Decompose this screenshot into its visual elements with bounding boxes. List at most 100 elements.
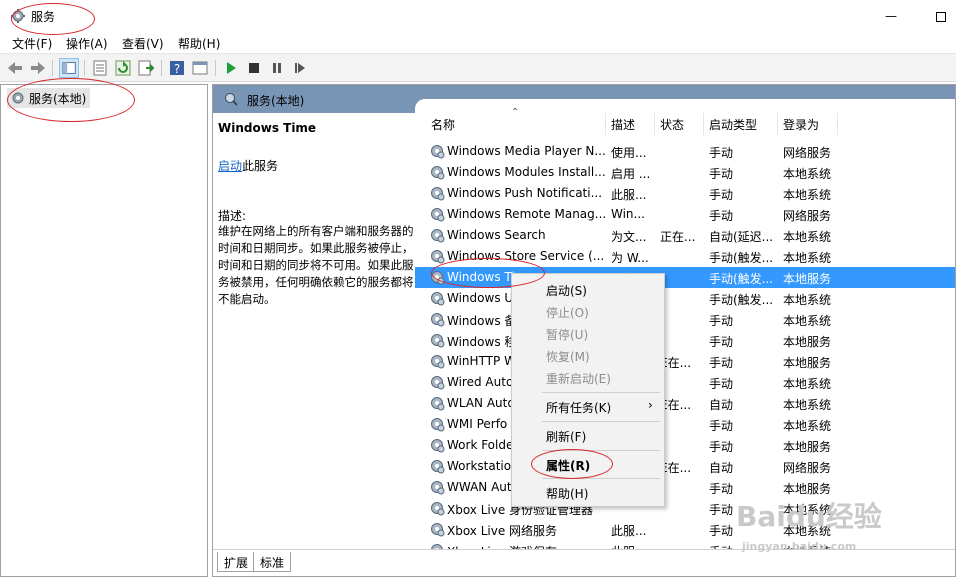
column-header-status[interactable]: 状态 bbox=[660, 116, 684, 136]
table-row[interactable]: Windows 移手动 本地服务 bbox=[415, 330, 955, 351]
console-tree-icon[interactable] bbox=[59, 58, 79, 78]
table-row[interactable]: WLAN Auto E在... 自动 本地系统 bbox=[415, 393, 955, 414]
column-divider[interactable] bbox=[605, 113, 606, 135]
table-row[interactable]: Windows Modules Install... 启用 ... 手动 本地系统 bbox=[415, 162, 955, 183]
service-startup-type: 自动(延迟... bbox=[709, 230, 774, 244]
menu-help[interactable]: 帮助(H) bbox=[178, 35, 220, 52]
menu-file[interactable]: 文件(F) bbox=[12, 35, 52, 52]
menu-item-refresh[interactable]: 刷新(F) bbox=[546, 428, 586, 445]
table-row[interactable]: Xbox Live 身份验证管理器 手动 本地系统 bbox=[415, 498, 955, 519]
service-log-on-as: 本地系统 bbox=[783, 293, 832, 307]
service-gear-icon bbox=[431, 271, 445, 285]
table-row[interactable]: Windows Media Player N... 使用... 手动 网络服务 bbox=[415, 141, 955, 162]
service-log-on-as: 网络服务 bbox=[783, 209, 832, 223]
export-list-icon[interactable] bbox=[136, 58, 156, 78]
refresh-icon[interactable] bbox=[113, 58, 133, 78]
service-gear-icon bbox=[431, 544, 443, 549]
table-row[interactable]: Windows Search 为文... 正在... 自动(延迟... 本地系统 bbox=[415, 225, 955, 246]
table-row[interactable]: WinHTTP W E在... 手动 本地服务 bbox=[415, 351, 955, 372]
list-view-icon[interactable] bbox=[90, 58, 110, 78]
service-description-area: Windows Time 启动此服务 描述: 维护在网络上的所有客户端和服务器的… bbox=[213, 113, 415, 549]
table-row[interactable]: Windows U 手动(触发... 本地系统 bbox=[415, 288, 955, 309]
menu-action[interactable]: 操作(A) bbox=[66, 35, 108, 52]
table-row[interactable]: WWAN Aut 手动 本地服务 bbox=[415, 477, 955, 498]
toolbar-divider bbox=[215, 60, 216, 76]
service-description: Win... bbox=[611, 207, 645, 221]
description-text: 维护在网络上的所有客户端和服务器的时间和日期同步。如果此服务被停止，时间和日期的… bbox=[218, 224, 414, 306]
service-description: 为文... bbox=[611, 230, 647, 244]
service-gear-icon bbox=[431, 229, 445, 243]
menu-separator bbox=[542, 392, 660, 393]
service-description: 为 W... bbox=[611, 251, 649, 265]
column-divider[interactable] bbox=[777, 113, 778, 135]
table-row[interactable]: Wired Auto 手动 本地系统 bbox=[415, 372, 955, 393]
column-divider[interactable] bbox=[654, 113, 655, 135]
maximize-button[interactable] bbox=[926, 4, 956, 28]
service-startup-type: 手动 bbox=[709, 167, 734, 181]
menu-item-resume[interactable]: 恢复(M) bbox=[546, 348, 590, 365]
service-startup-type: 手动 bbox=[709, 419, 734, 433]
table-row[interactable]: Workstatio E在... 自动 网络服务 bbox=[415, 456, 955, 477]
service-log-on-as: 本地系统 bbox=[783, 230, 832, 244]
table-row[interactable]: Windows Store Service (... 为 W... 手动(触发...… bbox=[415, 246, 955, 267]
menu-item-all-tasks[interactable]: 所有任务(K) bbox=[546, 399, 611, 416]
magnifier-gear-icon bbox=[225, 93, 238, 106]
tab-extended[interactable]: 扩展 bbox=[217, 552, 256, 572]
service-description: 此服... bbox=[611, 188, 647, 202]
pane-header-title: 服务(本地) bbox=[247, 94, 305, 108]
tab-standard[interactable]: 标准 bbox=[253, 552, 292, 572]
service-name: Xbox Live 网络服务 bbox=[447, 524, 558, 538]
table-row[interactable]: Work Folde 手动 本地服务 bbox=[415, 435, 955, 456]
start-service-suffix: 此服务 bbox=[242, 159, 279, 173]
table-row[interactable]: Xbox Live 网络服务 此服... 手动 本地系统 bbox=[415, 519, 955, 540]
tree-item-label: 服务(本地) bbox=[29, 92, 87, 106]
menu-item-stop[interactable]: 停止(O) bbox=[546, 304, 589, 321]
stop-service-icon[interactable] bbox=[244, 58, 264, 78]
service-name: Windows Modules Install... bbox=[447, 165, 605, 179]
column-header-description[interactable]: 描述 bbox=[611, 116, 635, 136]
column-divider[interactable] bbox=[837, 113, 838, 135]
service-startup-type: 手动 bbox=[709, 335, 734, 349]
service-gear-icon bbox=[431, 460, 445, 474]
service-description: 启用 ... bbox=[611, 167, 651, 181]
pause-service-icon[interactable] bbox=[267, 58, 287, 78]
service-log-on-as: 本地系统 bbox=[783, 419, 832, 433]
column-header-name[interactable]: 名称 bbox=[431, 116, 455, 136]
menu-item-restart[interactable]: 重新启动(E) bbox=[546, 370, 611, 387]
column-header-startup-type[interactable]: 启动类型 bbox=[709, 116, 757, 136]
service-log-on-as: 本地系统 bbox=[783, 251, 832, 265]
toolbar-divider bbox=[84, 60, 85, 76]
help-icon[interactable]: ? bbox=[167, 58, 187, 78]
service-log-on-as: 本地系统 bbox=[783, 167, 832, 181]
table-row[interactable]: Windows Remote Manag... Win... 手动 网络服务 bbox=[415, 204, 955, 225]
back-arrow-icon[interactable] bbox=[5, 58, 25, 78]
start-service-link[interactable]: 启动 bbox=[218, 159, 242, 173]
menu-item-pause[interactable]: 暂停(U) bbox=[546, 326, 588, 343]
minimize-button[interactable]: — bbox=[876, 4, 906, 28]
service-gear-icon bbox=[431, 439, 445, 453]
menu-item-help[interactable]: 帮助(H) bbox=[546, 485, 588, 502]
table-row[interactable]: Xbox Live 游戏保存此服...手动本地系统 bbox=[415, 540, 955, 549]
service-status: E在... bbox=[660, 461, 692, 475]
tree-item-services-local[interactable]: 服务(本地) bbox=[7, 88, 91, 108]
menu-item-start[interactable]: 启动(S) bbox=[546, 282, 587, 299]
menu-separator bbox=[542, 421, 660, 422]
start-service-icon[interactable] bbox=[221, 58, 241, 78]
table-row[interactable]: Windows Push Notificati... 此服... 手动 本地系统 bbox=[415, 183, 955, 204]
menu-item-properties[interactable]: 属性(R) bbox=[546, 457, 590, 474]
properties-sheet-icon[interactable] bbox=[190, 58, 210, 78]
column-header-log-on-as[interactable]: 登录为 bbox=[783, 116, 819, 136]
table-row[interactable]: WMI Perfo 手动 本地系统 bbox=[415, 414, 955, 435]
service-gear-icon bbox=[431, 187, 445, 201]
restart-service-icon[interactable] bbox=[290, 58, 310, 78]
service-gear-icon bbox=[431, 145, 445, 159]
column-divider[interactable] bbox=[703, 113, 704, 135]
table-row[interactable]: Windows 备手动 本地系统 bbox=[415, 309, 955, 330]
menu-view[interactable]: 查看(V) bbox=[122, 35, 164, 52]
services-gear-icon bbox=[11, 9, 25, 23]
forward-arrow-icon[interactable] bbox=[28, 58, 48, 78]
table-row[interactable]: Windows Time维护...手动(触发...本地服务 bbox=[415, 267, 955, 288]
service-status: E在... bbox=[660, 398, 692, 412]
svg-text:?: ? bbox=[174, 62, 180, 76]
service-gear-icon bbox=[431, 166, 445, 180]
